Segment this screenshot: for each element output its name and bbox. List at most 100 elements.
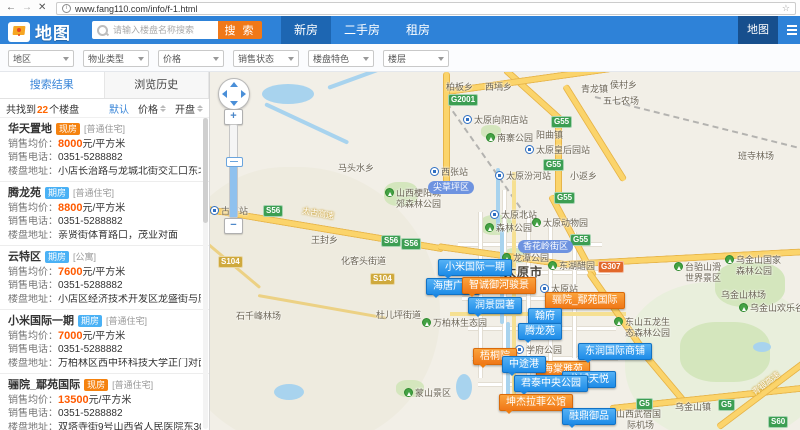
map-property-label[interactable]: 中途港: [502, 356, 546, 373]
place-name: 郊森林公园: [396, 199, 441, 210]
map-pan-control[interactable]: [218, 78, 250, 110]
listing-item[interactable]: 腾龙苑期房[普通住宅]销售均价：8800元/平方米销售电话：0351-52888…: [0, 182, 209, 246]
map-property-label[interactable]: 腾龙苑: [518, 323, 562, 340]
zoom-in-button[interactable]: +: [224, 109, 243, 125]
sort-option[interactable]: 开盘: [175, 101, 203, 116]
place-name: 学府公园: [526, 345, 562, 355]
url-text: www.fang110.com/info/f-1.html: [75, 4, 197, 14]
listing-title-row: 腾龙苑期房[普通住宅]: [8, 186, 201, 200]
nav-tab[interactable]: 二手房: [331, 16, 393, 44]
filter-label: 价格: [163, 52, 181, 65]
nav-tab[interactable]: 租房: [393, 16, 443, 44]
place-name: 石千峰林场: [236, 311, 281, 321]
address-line: 楼盘地址：万柏林区西中环科技大学正门对面南300米: [8, 358, 201, 370]
park-icon: [739, 303, 748, 312]
filter-dropdown[interactable]: 地区: [8, 50, 74, 67]
listing-item[interactable]: 华天置地现房[普通住宅]销售均价：8000元/平方米销售电话：0351-5288…: [0, 118, 209, 182]
sidebar-scrollbar[interactable]: [203, 117, 208, 429]
zoom-slider-handle[interactable]: [226, 157, 243, 167]
nav-tab[interactable]: 新房: [281, 16, 331, 44]
phone-line: 销售电话：0351-5288882: [8, 280, 201, 292]
pan-down-arrow-icon[interactable]: [230, 101, 238, 106]
site-logo[interactable]: 地图: [8, 19, 71, 44]
district-badge: 尖草坪区: [428, 181, 474, 194]
price-unit: 元/平方米: [82, 331, 125, 342]
category-label: [普通住宅]: [112, 378, 153, 392]
chevron-down-icon: [213, 57, 219, 64]
zoom-slider-fill: [230, 165, 237, 217]
listing-item[interactable]: 云特区期房[公寓]销售均价：7600元/平方米销售电话：0351-5288882…: [0, 246, 209, 310]
filter-dropdown[interactable]: 楼盘特色: [308, 50, 374, 67]
search-input[interactable]: [111, 24, 215, 36]
listing-container: 华天置地现房[普通住宅]销售均价：8000元/平方米销售电话：0351-5288…: [0, 118, 209, 430]
map-place-label: 台骀山滑世界景区: [674, 262, 721, 284]
map-property-label[interactable]: 融鼎御品: [562, 408, 616, 425]
filter-label: 销售状态: [238, 52, 274, 65]
listing-item[interactable]: 小米国际一期期房[普通住宅]销售均价：7000元/平方米销售电话：0351-52…: [0, 310, 209, 374]
map-property-label[interactable]: 润景园著: [468, 297, 522, 314]
map-place-label: 五七农场: [603, 96, 639, 107]
filter-dropdown[interactable]: 价格: [158, 50, 224, 67]
place-name: 侯村乡: [610, 80, 637, 90]
map-view-button[interactable]: 地图: [738, 16, 778, 44]
listing-name: 华天置地: [8, 122, 52, 136]
map-canvas[interactable]: 侯村乡五七农场班寺林场柏板乡西墕乡青龙镇阳曲镇小返乡太原向阳店站南寨公园太原皇后…: [210, 72, 800, 430]
address-bar[interactable]: i www.fang110.com/info/f-1.html ☆: [56, 2, 796, 15]
park-icon: [725, 255, 734, 264]
pan-left-arrow-icon[interactable]: [222, 90, 227, 98]
price-line: 销售均价：7000元/平方米: [8, 330, 201, 342]
rail-icon: [210, 206, 219, 215]
zoom-out-button[interactable]: −: [224, 218, 243, 234]
filter-dropdown[interactable]: 楼层: [383, 50, 449, 67]
stop-button[interactable]: ✕: [38, 0, 46, 16]
back-button[interactable]: ←: [6, 0, 16, 16]
map-place-label: 太原向阳店站: [463, 115, 528, 126]
bookmark-star-icon[interactable]: ☆: [782, 3, 790, 14]
chevron-down-icon: [288, 57, 294, 64]
map-property-label[interactable]: 骊院_鄢苑国际: [545, 292, 625, 309]
field-label: 销售电话：: [8, 344, 58, 355]
place-name: 态森林公园: [625, 328, 670, 339]
map-place-label: 乌金山镇: [675, 402, 711, 413]
address-line: 楼盘地址：小店长治路与龙城北街交汇口东北角: [8, 166, 201, 178]
sort-option[interactable]: 价格: [138, 101, 166, 116]
pan-right-arrow-icon[interactable]: [241, 90, 246, 98]
map-place-label: 乌金山林场: [721, 290, 766, 301]
listing-name: 云特区: [8, 250, 41, 264]
page-info-icon[interactable]: i: [62, 4, 71, 13]
road-badge: G55: [570, 234, 591, 246]
place-name: 太原皇后园站: [536, 145, 590, 155]
address-line: 楼盘地址：亲贤街体育路口，茂业对面: [8, 230, 201, 242]
address-value: 小店区经济技术开发区龙盛街与唐槐路交: [58, 294, 201, 305]
price-unit: 元/平方米: [82, 203, 125, 214]
filter-dropdown[interactable]: 销售状态: [233, 50, 299, 67]
place-name: 杜儿坪街道: [376, 310, 421, 320]
zoom-slider-track[interactable]: [229, 124, 238, 218]
result-count-row: 共找到22个楼盘 默认价格开盘: [0, 99, 209, 118]
map-property-label[interactable]: 君泰中央公园: [514, 375, 588, 392]
filter-dropdown[interactable]: 物业类型: [83, 50, 149, 67]
listing-item[interactable]: 骊院_鄢苑国际现房[普通住宅]销售均价：13500元/平方米销售电话：0351-…: [0, 374, 209, 430]
field-label: 楼盘地址：: [8, 422, 58, 430]
map-property-label[interactable]: 智诚御河骏景: [462, 277, 536, 294]
sidebar-tab[interactable]: 浏览历史: [105, 72, 210, 98]
map-place-label: 侯村乡: [610, 80, 637, 91]
map-property-label[interactable]: 小米国际一期: [438, 259, 512, 276]
map-place-label: 青龙镇: [581, 84, 608, 95]
water-area: [456, 374, 472, 400]
place-name: 乌金山国家: [736, 255, 781, 265]
sort-option[interactable]: 默认: [109, 101, 129, 116]
map-property-label[interactable]: 东润国际商铺: [578, 343, 652, 360]
pan-up-arrow-icon[interactable]: [230, 82, 238, 87]
forward-button[interactable]: →: [22, 0, 32, 16]
road-badge: S56: [263, 205, 283, 217]
listing-title-row: 云特区期房[公寓]: [8, 250, 201, 264]
scrollbar-thumb[interactable]: [203, 118, 208, 223]
water-area: [274, 384, 304, 400]
sidebar-tab[interactable]: 搜索结果: [0, 72, 105, 98]
address-value: 万柏林区西中环科技大学正门对面南300米: [58, 358, 201, 369]
search-button[interactable]: 搜 索: [218, 21, 262, 39]
status-badge: 现房: [56, 123, 80, 135]
list-view-button[interactable]: 列表: [778, 16, 800, 44]
filter-label: 地区: [13, 52, 31, 65]
